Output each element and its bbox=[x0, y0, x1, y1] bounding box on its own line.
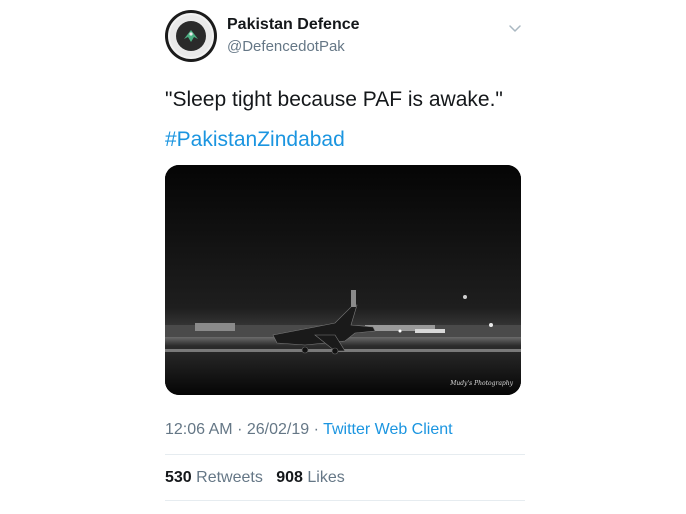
tweet-stats: 530 Retweets 908 Likes bbox=[165, 469, 345, 487]
tweet-text: "Sleep tight because PAF is awake." bbox=[165, 88, 503, 111]
tweet-date[interactable]: 26/02/19 bbox=[247, 421, 309, 438]
likes-stat[interactable]: 908 Likes bbox=[276, 469, 345, 486]
avatar-ring bbox=[168, 13, 214, 59]
tweet-card: Pakistan Defence @DefencedotPak "Sleep t… bbox=[0, 0, 686, 514]
tweet-photo[interactable]: Mudy's Photography bbox=[165, 165, 521, 395]
divider bbox=[165, 454, 525, 455]
hashtag-link[interactable]: #PakistanZindabad bbox=[165, 128, 345, 152]
tweet-client-link[interactable]: Twitter Web Client bbox=[323, 421, 453, 438]
meta-separator: · bbox=[237, 421, 243, 438]
divider bbox=[165, 500, 525, 501]
likes-count: 908 bbox=[276, 469, 303, 486]
author-handle[interactable]: @DefencedotPak bbox=[227, 38, 345, 55]
author-name[interactable]: Pakistan Defence bbox=[227, 16, 360, 34]
retweets-stat[interactable]: 530 Retweets bbox=[165, 469, 263, 486]
meta-separator: · bbox=[313, 421, 319, 438]
retweets-count: 530 bbox=[165, 469, 192, 486]
avatar[interactable] bbox=[165, 10, 217, 62]
tweet-meta: 12:06 AM · 26/02/19 · Twitter Web Client bbox=[165, 421, 453, 439]
tweet-time[interactable]: 12:06 AM bbox=[165, 421, 233, 438]
retweets-label: Retweets bbox=[196, 469, 263, 486]
chevron-down-icon[interactable] bbox=[507, 20, 523, 36]
likes-label: Likes bbox=[307, 469, 345, 486]
pakistan-defence-logo-icon bbox=[176, 21, 206, 51]
photo-credit: Mudy's Photography bbox=[450, 380, 513, 387]
